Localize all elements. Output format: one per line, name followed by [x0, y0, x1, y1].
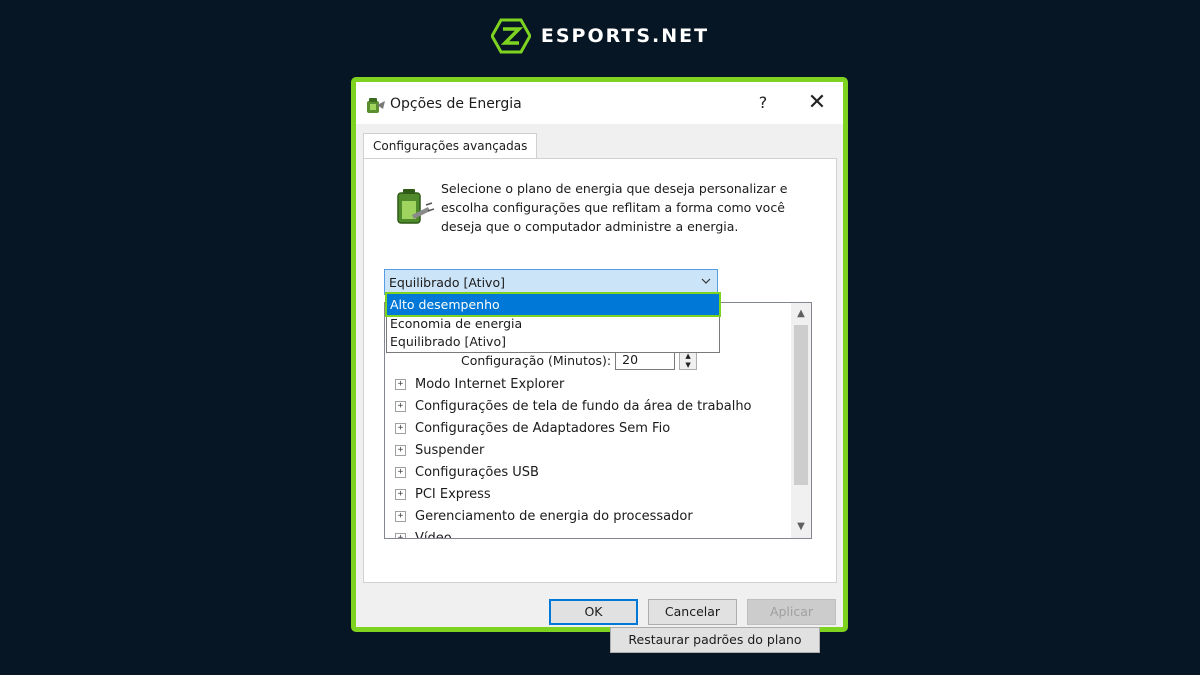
close-button[interactable]: ✕	[802, 89, 832, 117]
expand-icon[interactable]: +	[395, 488, 406, 500]
scroll-up-icon[interactable]: ▲	[791, 305, 811, 323]
dropdown-option-high-performance[interactable]: Alto desempenho	[385, 292, 721, 317]
battery-plug-icon	[397, 189, 434, 224]
tree-item[interactable]: + Configurações de tela de fundo da área …	[395, 395, 752, 417]
tree-item-label: Suspender	[415, 442, 485, 458]
stepper-down-icon[interactable]: ▼	[685, 361, 690, 369]
esports-logo-icon	[490, 18, 531, 54]
settings-panel: Selecione o plano de energia que deseja …	[363, 158, 837, 653]
tree-item[interactable]: + Gerenciamento de energia do processador	[395, 505, 752, 527]
power-plan-value: Equilibrado [Ativo]	[389, 275, 505, 290]
brand-name: ESPORTS.NET	[540, 25, 710, 47]
dialog-title: Opções de Energia	[390, 96, 522, 112]
power-plan-dropdown: Alto desempenho Economia de energia Equi…	[385, 292, 721, 353]
tree-item-label: Configurações USB	[415, 464, 539, 480]
minutes-stepper[interactable]: ▲ ▼	[679, 350, 698, 370]
dropdown-option-power-saver[interactable]: Economia de energia	[387, 315, 719, 333]
scrollbar-thumb[interactable]	[794, 325, 808, 485]
apply-button[interactable]: Aplicar	[747, 599, 836, 625]
tree-item[interactable]: + Configurações USB	[395, 461, 752, 483]
tab-advanced-settings[interactable]: Configurações avançadas	[363, 133, 537, 159]
tree-item[interactable]: + Configurações de Adaptadores Sem Fio	[395, 417, 752, 439]
dropdown-option-balanced[interactable]: Equilibrado [Ativo]	[387, 333, 719, 351]
description-text: Selecione o plano de energia que deseja …	[441, 181, 788, 234]
power-options-icon	[367, 98, 385, 113]
power-plan-select[interactable]: Equilibrado [Ativo]	[384, 269, 718, 295]
tree-item-label: Configurações de tela de fundo da área d…	[415, 398, 752, 414]
ok-button[interactable]: OK	[549, 599, 638, 625]
expand-icon[interactable]: +	[395, 378, 406, 390]
config-minutes-label: Configuração (Minutos):	[461, 352, 612, 368]
tree-item-label: Modo Internet Explorer	[415, 376, 565, 392]
power-options-dialog: Opções de Energia ? ✕ Configurações avan…	[351, 77, 848, 653]
config-minutes-row: Configuração (Minutos): 20 ▲ ▼	[461, 350, 698, 370]
tree-item-label: PCI Express	[415, 486, 491, 502]
expand-icon[interactable]: +	[395, 532, 406, 538]
tree-scrollbar[interactable]: ▲ ▼	[791, 303, 811, 538]
expand-icon[interactable]: +	[395, 400, 406, 412]
tree-item-label: Gerenciamento de energia do processador	[415, 508, 693, 524]
tree-item[interactable]: + Suspender	[395, 439, 752, 461]
cancel-button[interactable]: Cancelar	[648, 599, 737, 625]
expand-icon[interactable]: +	[395, 444, 406, 456]
tree-item[interactable]: + PCI Express	[395, 483, 752, 505]
tree-item[interactable]: + Modo Internet Explorer	[395, 373, 752, 395]
brand-header: ESPORTS.NET	[0, 18, 1200, 54]
title-bar: Opções de Energia ? ✕	[356, 82, 843, 124]
help-button[interactable]: ?	[748, 90, 778, 116]
scroll-down-icon[interactable]: ▼	[791, 518, 811, 536]
tree-item[interactable]: + Vídeo	[395, 527, 752, 539]
restore-defaults-button[interactable]: Restaurar padrões do plano	[610, 627, 820, 653]
tree-items: + Modo Internet Explorer + Configurações d…	[395, 373, 752, 539]
chevron-down-icon	[701, 278, 711, 284]
config-minutes-input[interactable]: 20	[615, 350, 676, 370]
expand-icon[interactable]: +	[395, 466, 406, 478]
tree-item-label: Configurações de Adaptadores Sem Fio	[415, 420, 671, 436]
expand-icon[interactable]: +	[395, 422, 406, 434]
expand-icon[interactable]: +	[395, 510, 406, 522]
tree-item-label: Vídeo	[415, 530, 452, 539]
